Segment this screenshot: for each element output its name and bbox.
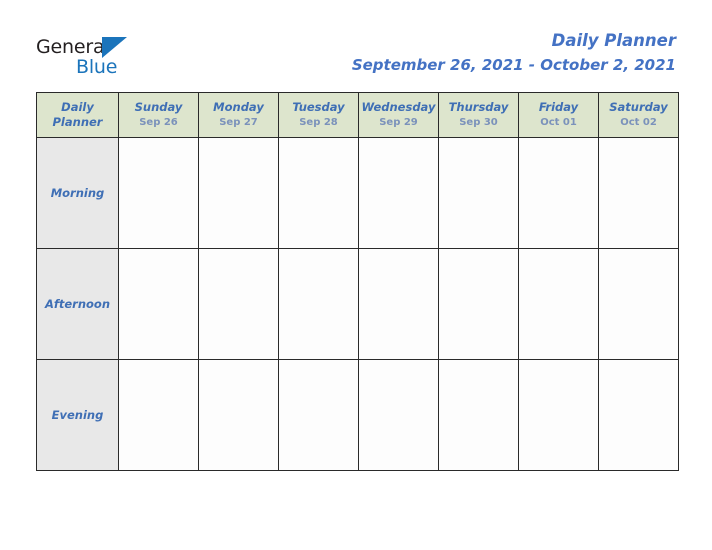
slot-evening-wednesday[interactable] — [358, 359, 439, 471]
slot-afternoon-monday[interactable] — [198, 248, 279, 360]
table-row-afternoon: Afternoon — [36, 248, 679, 360]
triangle-icon — [102, 37, 127, 58]
slot-evening-monday[interactable] — [198, 359, 279, 471]
day-header-friday: Friday Oct 01 — [518, 92, 599, 138]
day-header-tuesday: Tuesday Sep 28 — [278, 92, 359, 138]
slot-afternoon-saturday[interactable] — [598, 248, 679, 360]
day-date-label: Oct 01 — [540, 117, 577, 128]
slot-morning-thursday[interactable] — [438, 137, 519, 249]
table-row-morning: Morning — [36, 137, 679, 249]
row-label-text: Evening — [51, 407, 104, 422]
day-date-label: Sep 30 — [459, 117, 498, 128]
day-date-label: Sep 27 — [219, 117, 258, 128]
slot-morning-monday[interactable] — [198, 137, 279, 249]
row-label-text: Afternoon — [44, 296, 111, 311]
slot-afternoon-wednesday[interactable] — [358, 248, 439, 360]
slot-morning-tuesday[interactable] — [278, 137, 359, 249]
day-header-thursday: Thursday Sep 30 — [438, 92, 519, 138]
daily-planner-page: General Blue Daily Planner September 26,… — [0, 0, 712, 550]
slot-evening-saturday[interactable] — [598, 359, 679, 471]
row-label-text: Morning — [50, 185, 105, 200]
slot-morning-sunday[interactable] — [118, 137, 199, 249]
slot-evening-tuesday[interactable] — [278, 359, 359, 471]
slot-morning-wednesday[interactable] — [358, 137, 439, 249]
day-name-label: Saturday — [609, 100, 668, 114]
day-name-label: Monday — [213, 100, 264, 114]
day-name-label: Wednesday — [361, 100, 436, 114]
day-name-label: Sunday — [134, 100, 183, 114]
slot-evening-sunday[interactable] — [118, 359, 199, 471]
slot-morning-friday[interactable] — [518, 137, 599, 249]
generalblue-logo: General Blue — [36, 36, 206, 82]
slot-afternoon-tuesday[interactable] — [278, 248, 359, 360]
logo-text-general: General — [36, 36, 110, 58]
day-name-label: Thursday — [448, 100, 509, 114]
day-date-label: Oct 02 — [620, 117, 657, 128]
corner-header-cell: Daily Planner — [36, 92, 119, 138]
day-name-label: Friday — [538, 100, 579, 114]
date-range-subtitle: September 26, 2021 - October 2, 2021 — [351, 56, 676, 74]
page-title: Daily Planner — [551, 31, 676, 50]
slot-morning-saturday[interactable] — [598, 137, 679, 249]
table-header-row: Daily Planner Sunday Sep 26 Monday Sep 2… — [36, 92, 679, 138]
logo-text-blue: Blue — [76, 56, 118, 78]
day-header-monday: Monday Sep 27 — [198, 92, 279, 138]
title-block: Daily Planner September 26, 2021 - Octob… — [352, 30, 676, 76]
slot-afternoon-sunday[interactable] — [118, 248, 199, 360]
day-date-label: Sep 26 — [139, 117, 178, 128]
day-name-label: Tuesday — [292, 100, 345, 114]
corner-label-line2: Planner — [52, 115, 103, 129]
row-label-afternoon: Afternoon — [36, 248, 119, 360]
day-date-label: Sep 29 — [379, 117, 418, 128]
row-label-evening: Evening — [36, 359, 119, 471]
slot-evening-friday[interactable] — [518, 359, 599, 471]
day-header-sunday: Sunday Sep 26 — [118, 92, 199, 138]
table-row-evening: Evening — [36, 359, 679, 471]
slot-evening-thursday[interactable] — [438, 359, 519, 471]
page-header: General Blue Daily Planner September 26,… — [0, 0, 712, 92]
slot-afternoon-thursday[interactable] — [438, 248, 519, 360]
slot-afternoon-friday[interactable] — [518, 248, 599, 360]
corner-label-line1: Daily — [61, 100, 94, 114]
day-header-saturday: Saturday Oct 02 — [598, 92, 679, 138]
row-label-morning: Morning — [36, 137, 119, 249]
planner-table: Daily Planner Sunday Sep 26 Monday Sep 2… — [36, 92, 679, 471]
day-date-label: Sep 28 — [299, 117, 338, 128]
day-header-wednesday: Wednesday Sep 29 — [358, 92, 439, 138]
